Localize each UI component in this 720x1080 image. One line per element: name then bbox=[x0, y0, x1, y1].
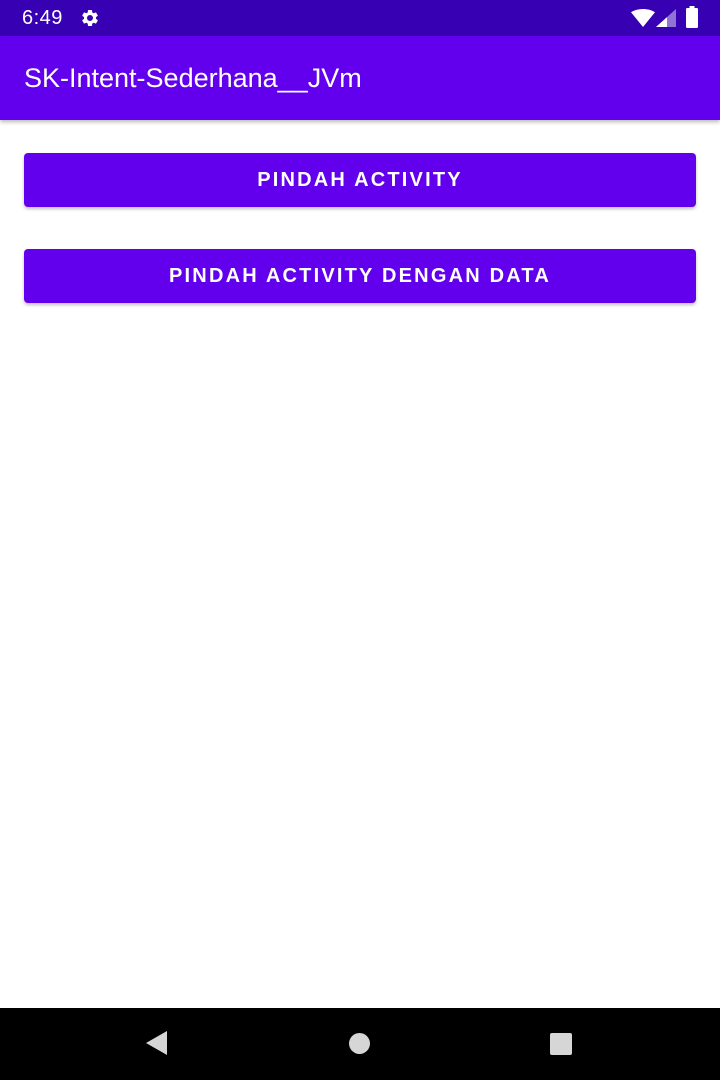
back-icon[interactable] bbox=[145, 1030, 169, 1056]
gear-icon bbox=[82, 9, 98, 26]
app-screen: 6:49 SK-Intent-Sederhana__JVm PINDAH ACT… bbox=[0, 0, 720, 1080]
home-icon[interactable] bbox=[349, 1033, 370, 1054]
pindah-activity-dengan-data-button[interactable]: PINDAH ACTIVITY DENGAN DATA bbox=[24, 249, 696, 303]
wifi-icon bbox=[631, 9, 655, 27]
navigation-bar bbox=[0, 1008, 720, 1080]
status-time: 6:49 bbox=[22, 7, 63, 29]
recents-icon[interactable] bbox=[550, 1033, 572, 1055]
signal-icon bbox=[656, 9, 676, 27]
app-title: SK-Intent-Sederhana__JVm bbox=[24, 63, 362, 93]
battery-icon bbox=[686, 6, 698, 28]
status-bar: 6:49 bbox=[0, 0, 720, 36]
app-bar: SK-Intent-Sederhana__JVm bbox=[0, 36, 720, 120]
pindah-activity-button[interactable]: PINDAH ACTIVITY bbox=[24, 153, 696, 207]
